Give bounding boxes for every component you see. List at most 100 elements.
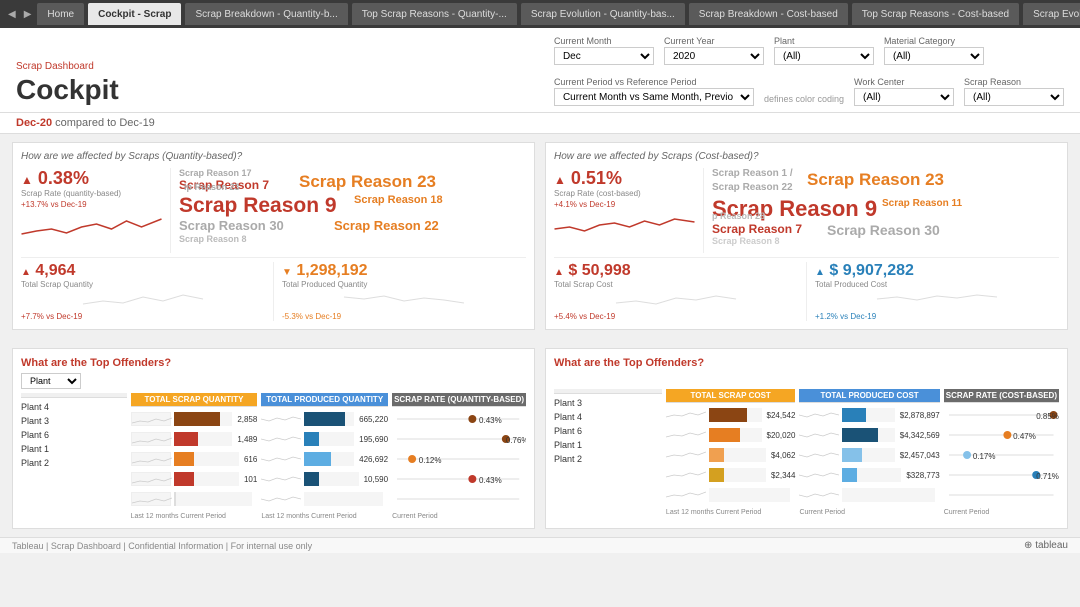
period-label: Current Period vs Reference Period (554, 77, 754, 87)
qty-produced-footer: Last 12 months Current Period (261, 513, 388, 520)
qty-chart-cols: Plant 4 Plant 3 Plant 6 Plant 1 Plant 2 … (21, 393, 526, 520)
tableau-logo: ⊕ tableau (1024, 540, 1068, 551)
qty-label-p1: Plant 1 (21, 442, 127, 456)
word-sr8: Scrap Reason 8 (179, 234, 247, 244)
cost-scrap-bar-row: $4,062 (666, 445, 796, 465)
tab-scrap-evolution-cost[interactable]: Scrap Evolution - Cost-based (1023, 3, 1080, 25)
cost-scrap-col: TOTAL SCRAP COST $24,542$20,020$4,062$2,… (666, 389, 796, 516)
svg-text:0.76%: 0.76% (506, 436, 526, 445)
period-select[interactable]: Current Month vs Same Month, Previous Ye… (554, 88, 754, 106)
cost-label-p6: Plant 6 (554, 424, 662, 438)
plant-select[interactable]: (All) (774, 47, 874, 65)
period-bar: Dec-20 compared to Dec-19 (0, 113, 1080, 134)
quantity-panel: How are we affected by Scraps (Quantity-… (12, 142, 535, 330)
scrap-reason-select[interactable]: (All) (964, 88, 1064, 106)
tab-home[interactable]: Home (37, 3, 84, 25)
cost-scrap-bar-row: $2,344 (666, 465, 796, 485)
scrap-reason-label: Scrap Reason (964, 77, 1064, 87)
cost-rate-dot-row (944, 485, 1059, 505)
cost-rate-footer: Current Period (944, 509, 1059, 516)
qty-offenders-title: What are the Top Offenders? (21, 357, 526, 369)
cost-scrap-bar-row: $24,542 (666, 405, 796, 425)
cost-word-sr8: Scrap Reason 8 (712, 236, 780, 246)
qty-produced-bar-row: 10,590 (261, 469, 388, 489)
qty-produced-col: TOTAL PRODUCED QUANTITY 665,220195,69042… (261, 393, 388, 520)
word-sr30: Scrap Reason 30 (179, 218, 284, 233)
qty-rate-footer: Current Period (392, 513, 526, 520)
material-category-select[interactable]: (All) (884, 47, 984, 65)
qty-label-p4: Plant 4 (21, 400, 127, 414)
qty-word-cloud: Scrap Reason 17 Scrap Reason 7 Scrap Rea… (179, 168, 526, 253)
qty-produced-bar-row: 426,692 (261, 449, 388, 469)
word-sr23: Scrap Reason 23 (299, 172, 436, 192)
cost-scrap-rate-change: +4.1% vs Dec-19 (554, 200, 695, 209)
tab-cockpit[interactable]: Cockpit - Scrap (88, 3, 181, 25)
cost-word-sr11: Scrap Reason 11 (882, 198, 962, 209)
total-scrap-cost-sparkline (554, 289, 798, 309)
tab-scrap-breakdown-qty[interactable]: Scrap Breakdown - Quantity-b... (185, 3, 347, 25)
svg-text:0.17%: 0.17% (973, 452, 996, 461)
qty-scrap-bar-row: 616 (131, 449, 258, 469)
top-panels: How are we affected by Scraps (Quantity-… (12, 142, 1068, 330)
footer-text: Tableau | Scrap Dashboard | Confidential… (12, 541, 312, 551)
material-category-label: Material Category (884, 36, 984, 46)
cost-chart-cols: Plant 3 Plant 4 Plant 6 Plant 1 Plant 2 … (554, 389, 1059, 516)
word-sr22: Scrap Reason 22 (334, 218, 439, 233)
cost-word-sr22: Scrap Reason 22 (712, 182, 793, 193)
nav-prev[interactable]: ◀ (6, 9, 18, 20)
work-center-label: Work Center (854, 77, 954, 87)
offenders-section: What are the Top Offenders? Plant Plant … (12, 348, 1068, 529)
cost-rate-dot-row: 0.85% (944, 405, 1059, 425)
work-center-select[interactable]: (All) (854, 88, 954, 106)
qty-scrap-bar-row (131, 489, 258, 509)
tab-scrap-evolution-qty[interactable]: Scrap Evolution - Quantity-bas... (521, 3, 685, 25)
plant-label: Plant (774, 36, 874, 46)
qty-rate-dot-row: 0.43% (392, 409, 526, 429)
cost-label-p4: Plant 4 (554, 410, 662, 424)
cost-label-p3: Plant 3 (554, 396, 662, 410)
cost-rate-dot-row: 0.17% (944, 445, 1059, 465)
tab-top-scrap-cost[interactable]: Top Scrap Reasons - Cost-based (852, 3, 1019, 25)
qty-groupby-select[interactable]: Plant (21, 373, 81, 389)
total-produced-cost-change: +1.2% vs Dec-19 (815, 312, 1059, 321)
cost-panel: How are we affected by Scraps (Cost-base… (545, 142, 1068, 330)
cost-produced-bar-row: $4,342,569 (799, 425, 939, 445)
cost-produced-bar-row: $2,878,897 (799, 405, 939, 425)
current-year-label: Current Year (664, 36, 764, 46)
cost-produced-bar-row: $328,773 (799, 465, 939, 485)
cost-scrap-footer: Last 12 months Current Period (666, 509, 796, 516)
total-scrap-qty-label: Total Scrap Quantity (21, 280, 265, 289)
current-period: Dec-20 (16, 117, 52, 129)
qty-label-p3: Plant 3 (21, 414, 127, 428)
current-year-select[interactable]: 2020 (664, 47, 764, 65)
total-scrap-cost-change: +5.4% vs Dec-19 (554, 312, 798, 321)
cost-offenders-title: What are the Top Offenders? (554, 357, 1059, 369)
total-scrap-sparkline (21, 289, 265, 309)
filter-panel: Current Month Dec Current Year 2020 Plan… (554, 36, 1064, 106)
svg-text:0.47%: 0.47% (1013, 432, 1036, 441)
qty-rate-col-header: SCRAP RATE (QUANTITY-BASED) (392, 393, 526, 407)
cost-word-cloud: Scrap Reason 1 / Scrap Reason 23 Scrap R… (712, 168, 1059, 253)
total-scrap-qty-change: +7.7% vs Dec-19 (21, 312, 265, 321)
main-content: How are we affected by Scraps (Quantity-… (0, 134, 1080, 537)
word-sr18: Scrap Reason 18 (354, 194, 443, 206)
cost-label-col: Plant 3 Plant 4 Plant 6 Plant 1 Plant 2 (554, 389, 662, 516)
cost-label-p1: Plant 1 (554, 438, 662, 452)
cost-rate-col: SCRAP RATE (COST-BASED) 0.85%0.47%0.17%0… (944, 389, 1059, 516)
total-produced-cost-label: Total Produced Cost (815, 280, 1059, 289)
tab-scrap-breakdown-cost[interactable]: Scrap Breakdown - Cost-based (689, 3, 848, 25)
qty-produced-bar-row: 665,220 (261, 409, 388, 429)
cost-produced-col: TOTAL PRODUCED COST $2,878,897$4,342,569… (799, 389, 939, 516)
tab-top-scrap-qty[interactable]: Top Scrap Reasons - Quantity-... (352, 3, 517, 25)
qty-label-p2: Plant 2 (21, 456, 127, 470)
qty-rate-dot-row: 0.43% (392, 469, 526, 489)
qty-scrap-bar-row: 101 (131, 469, 258, 489)
qty-offenders-panel: What are the Top Offenders? Plant Plant … (12, 348, 535, 529)
reference-period: Dec-19 (119, 117, 154, 129)
cost-word-sr30: Scrap Reason 30 (827, 222, 940, 238)
current-month-select[interactable]: Dec (554, 47, 654, 65)
total-produced-qty-change: -5.3% vs Dec-19 (282, 312, 526, 321)
current-month-label: Current Month (554, 36, 654, 46)
total-produced-qty-value: ▼ 1,298,192 (282, 262, 526, 280)
nav-next[interactable]: ▶ (22, 9, 34, 20)
